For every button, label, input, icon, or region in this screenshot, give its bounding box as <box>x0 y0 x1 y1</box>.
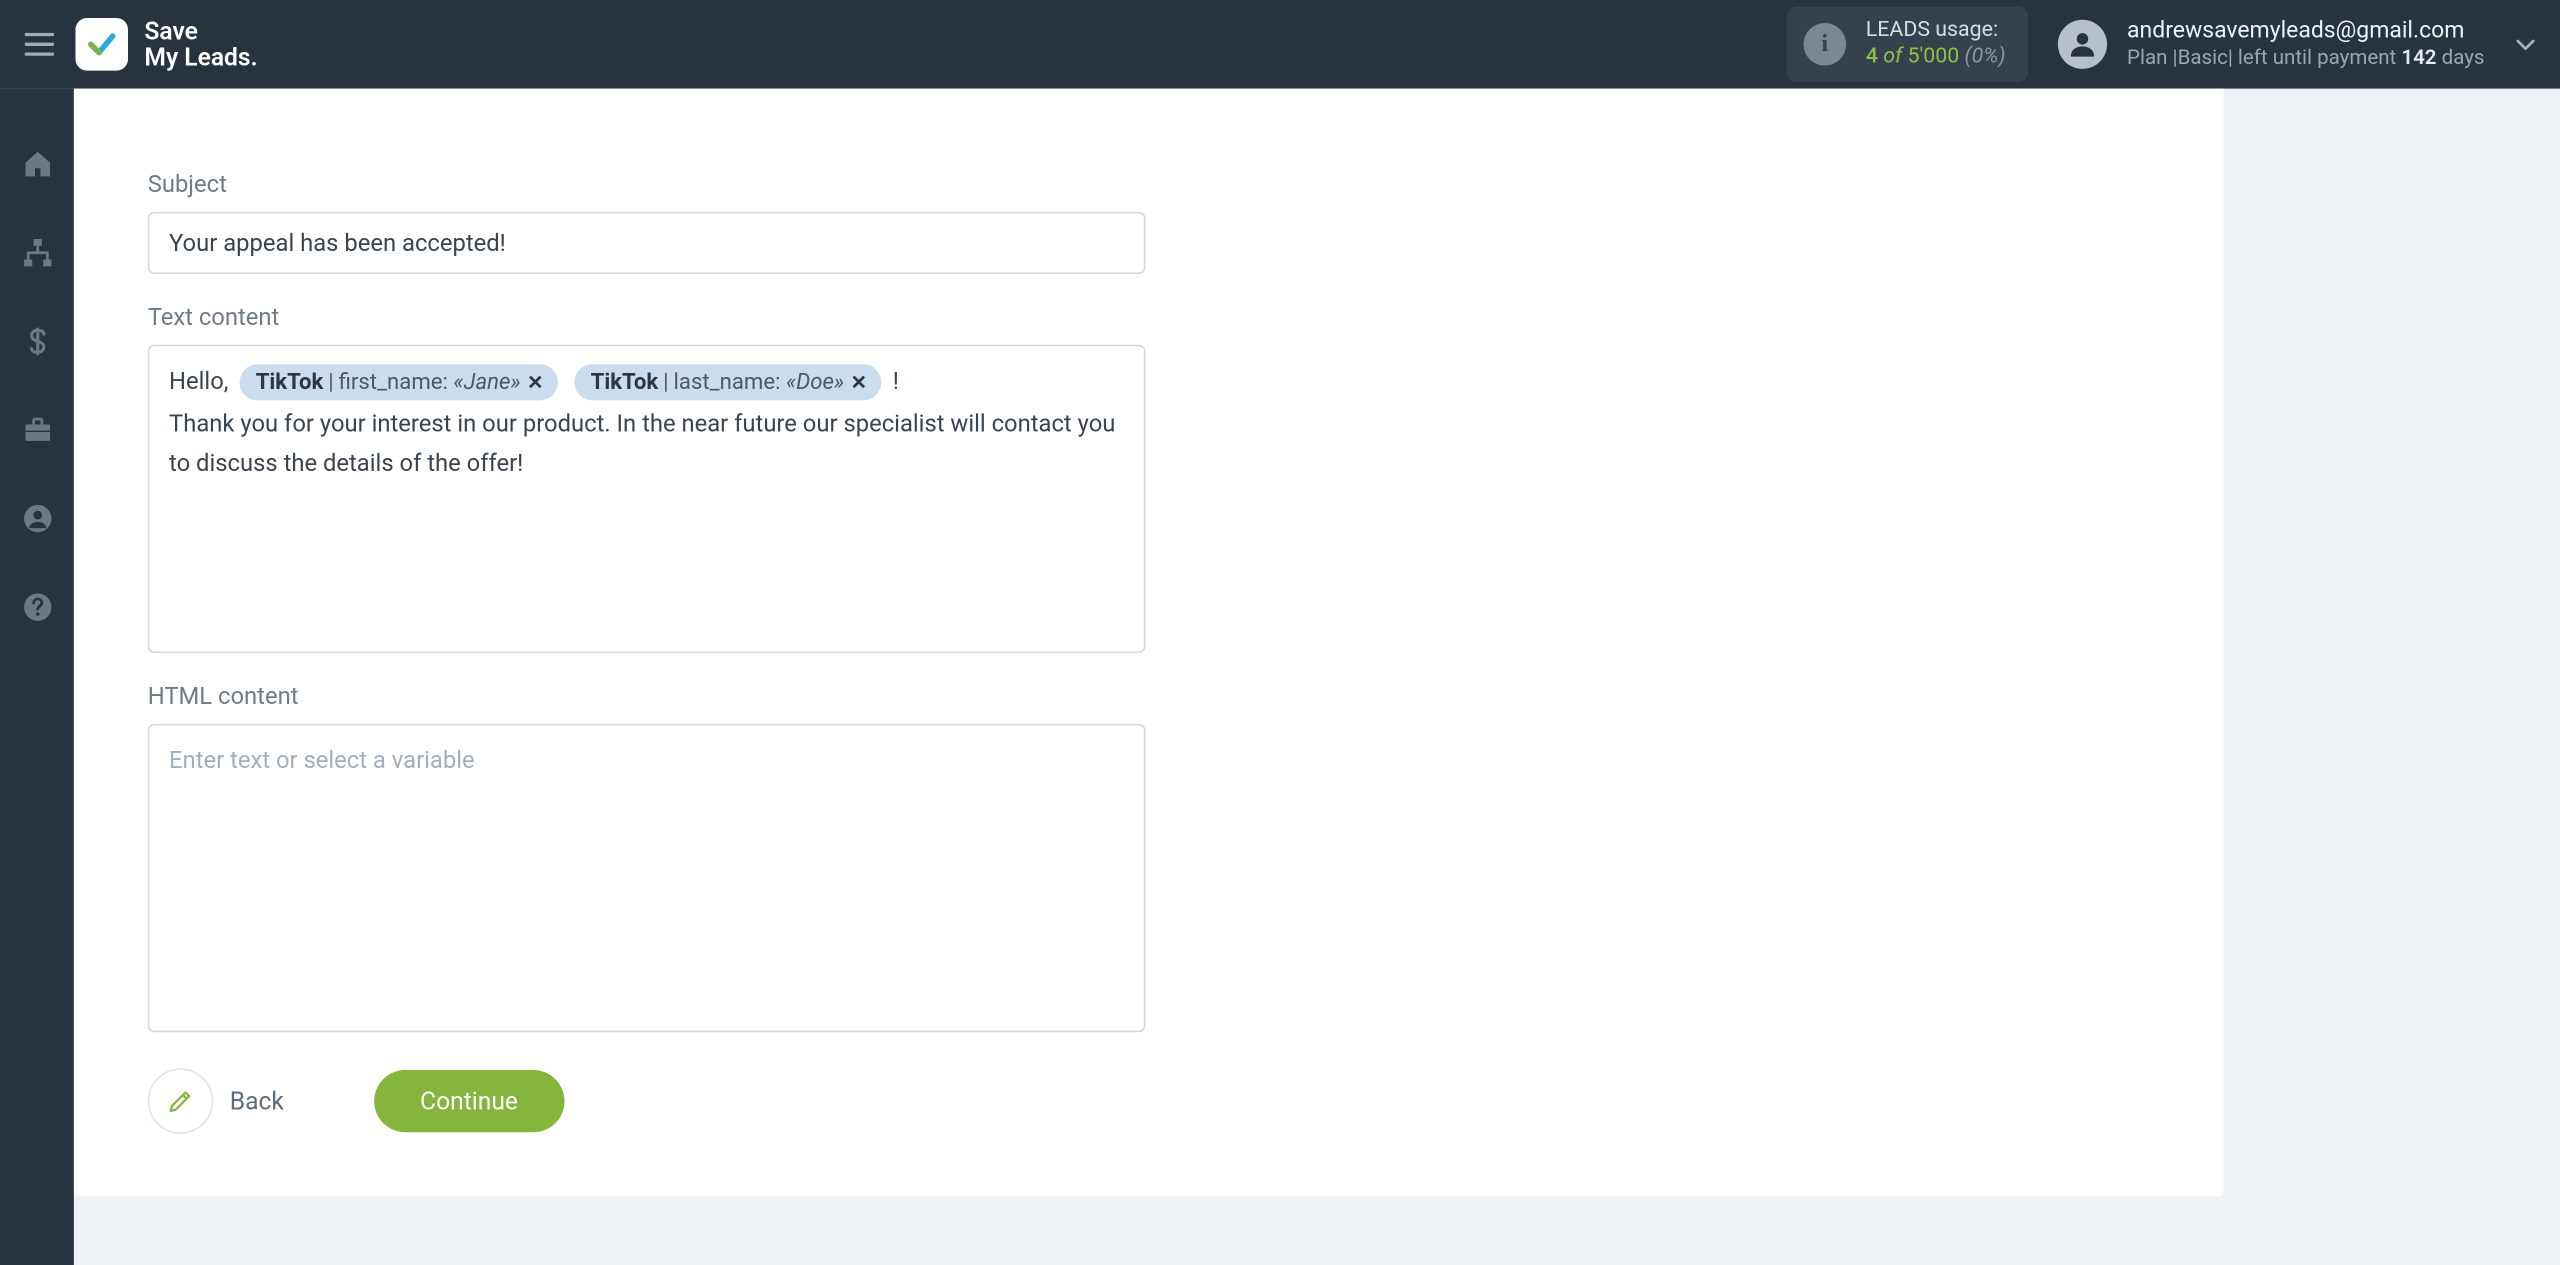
user-circle-icon <box>21 502 54 535</box>
leads-usage-box[interactable]: i LEADS usage: 4 of 5'000 (0%) <box>1787 6 2029 82</box>
account-email: andrewsavemyleads@gmail.com <box>2127 16 2484 46</box>
greeting-text: Hello, <box>169 368 234 396</box>
variable-token-first-name[interactable]: TikTok | first_name: «Jane» ✕ <box>239 364 558 401</box>
sidebar-item-briefcase[interactable] <box>0 404 74 457</box>
app-header: Save My Leads. i LEADS usage: 4 of 5'000… <box>0 0 2560 89</box>
chevron-down-icon <box>2512 31 2538 57</box>
sidebar-item-home[interactable] <box>0 138 74 191</box>
remove-token-icon[interactable]: ✕ <box>851 368 868 398</box>
continue-button[interactable]: Continue <box>374 1070 564 1132</box>
sidebar-item-billing[interactable] <box>0 315 74 368</box>
leads-usage-total: 5'000 <box>1908 44 1960 69</box>
body-text: Thank you for your interest in our produ… <box>169 405 1124 484</box>
remove-token-icon[interactable]: ✕ <box>527 368 544 398</box>
button-row: Back Continue <box>148 1068 2150 1134</box>
info-icon: i <box>1803 23 1846 66</box>
back-button[interactable]: Back <box>148 1068 284 1134</box>
checkmark-icon <box>85 28 118 61</box>
exclaim-text: ! <box>893 368 899 396</box>
html-content-label: HTML content <box>148 683 2150 711</box>
sitemap-icon <box>21 236 54 269</box>
home-icon <box>21 148 54 181</box>
leads-usage-label: LEADS usage: <box>1866 18 2006 45</box>
brand-title: Save My Leads. <box>144 17 257 71</box>
leads-usage-current: 4 <box>1866 44 1878 69</box>
text-content-group: Text content Hello, TikTok | first_name:… <box>148 304 2150 654</box>
brand-line1: Save <box>144 17 257 44</box>
account-text: andrewsavemyleads@gmail.com Plan |Basic|… <box>2127 16 2484 73</box>
html-content-group: HTML content Enter text or select a vari… <box>148 683 2150 1033</box>
avatar <box>2058 20 2107 69</box>
brand-line2: My Leads. <box>144 44 257 71</box>
form-card: Subject Text content Hello, TikTok | fir… <box>74 89 2224 1197</box>
account-dropdown-toggle[interactable] <box>2507 26 2543 62</box>
briefcase-icon <box>21 414 54 447</box>
account-box[interactable]: andrewsavemyleads@gmail.com Plan |Basic|… <box>2058 16 2484 73</box>
html-placeholder: Enter text or select a variable <box>169 747 475 775</box>
text-content-editor[interactable]: Hello, TikTok | first_name: «Jane» ✕ Tik… <box>148 345 1146 654</box>
variable-token-last-name[interactable]: TikTok | last_name: «Doe» ✕ <box>574 364 882 401</box>
subject-group: Subject <box>148 171 2150 274</box>
question-icon <box>21 591 54 624</box>
leads-usage-pct: (0%) <box>1965 44 2006 69</box>
content-area: Subject Text content Hello, TikTok | fir… <box>74 89 2560 1265</box>
subject-label: Subject <box>148 171 2150 199</box>
text-content-label: Text content <box>148 304 2150 332</box>
dollar-icon <box>22 327 52 357</box>
hamburger-menu-button[interactable] <box>16 21 62 67</box>
sidebar <box>0 89 74 1265</box>
edit-circle <box>148 1068 214 1134</box>
pencil-icon <box>166 1086 196 1116</box>
account-plan-line: Plan |Basic| left until payment 142 days <box>2127 46 2484 73</box>
leads-usage-text: LEADS usage: 4 of 5'000 (0%) <box>1866 18 2006 71</box>
sidebar-item-connections[interactable] <box>0 226 74 279</box>
subject-input[interactable] <box>148 212 1146 274</box>
user-icon <box>2066 28 2099 61</box>
back-label: Back <box>230 1086 284 1116</box>
leads-usage-of: of <box>1883 44 1902 69</box>
html-content-editor[interactable]: Enter text or select a variable <box>148 724 1146 1033</box>
brand-logo[interactable] <box>75 18 128 71</box>
sidebar-item-help[interactable] <box>0 581 74 634</box>
sidebar-item-profile[interactable] <box>0 492 74 545</box>
